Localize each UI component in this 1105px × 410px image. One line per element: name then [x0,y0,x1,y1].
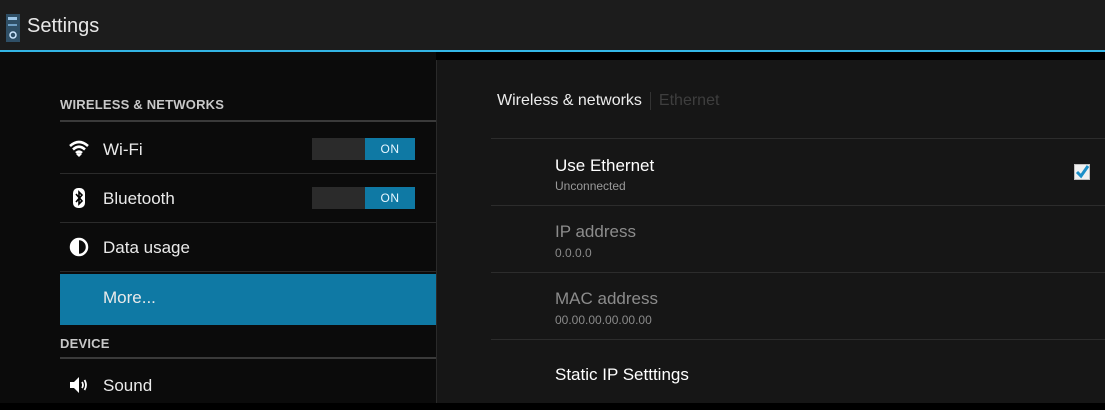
breadcrumb-ethernet: Ethernet [658,92,720,110]
use-ethernet-checkbox[interactable] [1074,164,1090,180]
ip-address-title: IP address [555,222,636,241]
section-divider [60,357,436,359]
ip-address-value: 0.0.0.0 [555,246,592,260]
sound-label: Sound [103,376,153,395]
ethernet-detail-pane: Wireless & networks Ethernet Use Ethernet… [437,60,1105,403]
data-usage-icon [69,237,89,257]
wifi-toggle-state: ON [365,138,415,160]
breadcrumb: Wireless & networks Ethernet [497,92,719,110]
app-title: Settings [27,15,100,37]
static-ip-settings-title: Static IP Setttings [555,365,689,384]
breadcrumb-separator [649,92,651,110]
use-ethernet-title: Use Ethernet [555,156,655,175]
wifi-toggle[interactable]: ON [312,138,415,160]
use-ethernet-row[interactable]: Use Ethernet Unconnected [491,139,1105,206]
use-ethernet-summary: Unconnected [555,179,626,193]
mac-address-value: 00.00.00.00.00.00 [555,313,652,327]
section-header-wireless: WIRELESS & NETWORKS [60,97,225,112]
bluetooth-icon [73,188,85,208]
breadcrumb-current[interactable]: Wireless & networks [497,92,642,109]
nav-item-bluetooth[interactable]: Bluetooth ON [60,175,436,223]
section-header-device: DEVICE [60,336,110,351]
mac-address-title: MAC address [555,289,658,308]
settings-app-icon[interactable] [6,14,20,42]
section-divider [60,120,436,122]
settings-left-pane: WIRELESS & NETWORKS Wi-Fi ON Bluetooth O… [0,52,436,403]
wifi-label: Wi-Fi [103,140,143,159]
action-bar: Settings [0,0,1105,52]
check-icon [1075,165,1090,179]
nav-item-data-usage[interactable]: Data usage [60,224,436,272]
sound-icon [70,377,87,393]
static-ip-settings-row[interactable]: Static IP Setttings [491,340,1105,403]
wifi-icon [69,140,89,157]
mac-address-row: MAC address 00.00.00.00.00.00 [491,273,1105,340]
item-divider [60,271,436,272]
bluetooth-label: Bluetooth [103,189,175,208]
data-usage-label: Data usage [103,238,190,257]
more-label: More... [103,288,156,307]
ip-address-row: IP address 0.0.0.0 [491,206,1105,273]
nav-item-wifi[interactable]: Wi-Fi ON [60,126,436,174]
item-divider [60,222,436,223]
bluetooth-toggle[interactable]: ON [312,187,415,209]
bluetooth-toggle-state: ON [365,187,415,209]
nav-item-more[interactable]: More... [60,274,436,325]
item-divider [60,173,436,174]
